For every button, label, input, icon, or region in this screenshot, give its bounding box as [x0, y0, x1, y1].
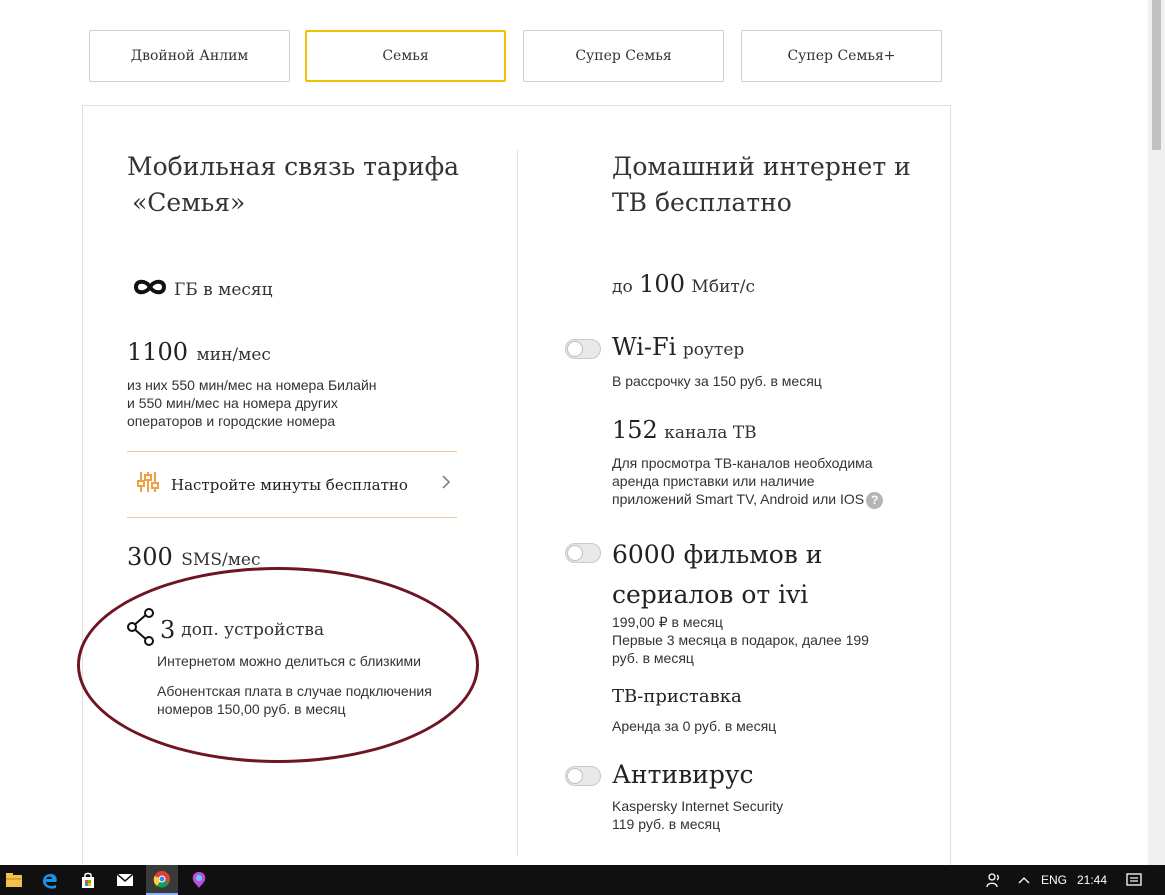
title-line: сериалов от ivi: [612, 580, 809, 609]
tvbox-desc: Аренда за 0 руб. в месяц: [612, 718, 777, 734]
scrollbar-thumb[interactable]: [1152, 0, 1161, 150]
chrome-icon[interactable]: [146, 865, 178, 895]
tab-label: Супер Семья+: [787, 48, 896, 64]
desc-line: операторов и городские номера: [127, 413, 336, 429]
wifi-unit: роутер: [682, 340, 745, 360]
chevron-up-icon[interactable]: [1014, 865, 1034, 895]
wifi-desc: В рассрочку за 150 руб. в месяц: [612, 373, 822, 389]
wifi-row: Wi-Fi роутер: [612, 333, 744, 361]
desc-line: из них 550 мин/мес на номера Билайн: [127, 377, 377, 393]
minutes-row: 1100 мин/мес: [127, 338, 271, 366]
title-line: Мобильная связь тарифа: [127, 152, 460, 181]
title-line: «Семья»: [132, 188, 246, 217]
sms-value: 300: [127, 543, 173, 571]
desc-line: руб. в месяц: [612, 650, 694, 666]
minutes-unit: мин/мес: [196, 345, 271, 365]
speed-prefix: до: [612, 277, 633, 297]
desc-line: Для просмотра ТВ-каналов необходима: [612, 455, 873, 471]
tab-super-family-plus[interactable]: Супер Семья+: [741, 30, 942, 82]
tab-label: Двойной Анлим: [130, 48, 249, 64]
gb-unit: ГБ в месяц: [174, 279, 273, 300]
configure-minutes-link[interactable]: Настройте минуты бесплатно: [127, 452, 457, 517]
speed-unit: Мбит/с: [691, 277, 756, 297]
infinity-icon: [132, 276, 168, 303]
minutes-value: 1100: [127, 338, 189, 366]
tv-unit: канала ТВ: [664, 423, 757, 443]
title-line: Домашний интернет и: [612, 152, 911, 181]
tab-family[interactable]: Семья: [305, 30, 506, 82]
ivi-toggle[interactable]: [565, 543, 601, 563]
notifications-icon[interactable]: [1124, 865, 1144, 895]
tvbox-title: ТВ-приставка: [612, 686, 742, 707]
ivi-price: 199,00 ₽ в месяц: [612, 614, 723, 630]
page-scrollbar[interactable]: [1148, 0, 1165, 865]
sliders-icon: [135, 469, 161, 500]
mail-icon[interactable]: [113, 865, 137, 895]
store-icon[interactable]: [76, 865, 100, 895]
antivirus-title: Антивирус: [612, 760, 754, 789]
antivirus-product: Kaspersky Internet Security: [612, 798, 784, 814]
title-line: 6000 фильмов и: [612, 540, 823, 569]
file-explorer-icon[interactable]: [2, 865, 26, 895]
tv-row: 152 канала ТВ: [612, 416, 757, 444]
tv-desc: Для просмотра ТВ-каналов необходима арен…: [612, 454, 884, 509]
ivi-desc: Первые 3 месяца в подарок, далее 199 руб…: [612, 631, 869, 667]
chevron-right-icon: [441, 474, 451, 495]
help-icon[interactable]: ?: [866, 491, 884, 509]
annotation-ellipse: [77, 567, 479, 763]
clock[interactable]: 21:44: [1074, 865, 1110, 895]
antivirus-price: 119 руб. в месяц: [612, 816, 721, 832]
column-divider: [517, 150, 518, 856]
speed-row: до 100 Мбит/с: [612, 270, 755, 298]
language-indicator[interactable]: ENG: [1038, 865, 1070, 895]
tab-label: Семья: [382, 48, 429, 64]
ivi-title: 6000 фильмов и сериалов от ivi: [612, 535, 822, 615]
wifi-title: Wi-Fi: [612, 333, 677, 361]
sms-row: 300 SMS/мес: [127, 543, 261, 571]
wifi-toggle[interactable]: [565, 339, 601, 359]
home-section-title: Домашний интернет и ТВ бесплатно: [612, 149, 911, 221]
desc-line: и 550 мин/мес на номера других: [127, 395, 338, 411]
tab-double-unlim[interactable]: Двойной Анлим: [89, 30, 290, 82]
tab-super-family[interactable]: Супер Семья: [523, 30, 724, 82]
windows-taskbar: ENG 21:44: [0, 865, 1165, 895]
antivirus-toggle[interactable]: [565, 766, 601, 786]
gb-row: ГБ в месяц: [132, 276, 273, 303]
mobile-section-title: Мобильная связь тарифа «Семья»: [127, 149, 459, 221]
desc-line: Первые 3 месяца в подарок, далее 199: [612, 632, 869, 648]
speed-value: 100: [639, 270, 685, 298]
tab-label: Супер Семья: [575, 48, 672, 64]
people-icon[interactable]: [984, 865, 1004, 895]
tv-value: 152: [612, 416, 658, 444]
desc-line: аренда приставки или наличие: [612, 473, 815, 489]
app-icon[interactable]: [187, 865, 211, 895]
edge-icon[interactable]: [38, 865, 62, 895]
configure-bottom-divider: [127, 517, 457, 518]
title-line: ТВ бесплатно: [612, 188, 792, 217]
desc-line: приложений Smart TV, Android или IOS: [612, 491, 865, 507]
minutes-desc: из них 550 мин/мес на номера Билайн и 55…: [127, 376, 377, 430]
configure-label: Настройте минуты бесплатно: [171, 475, 408, 494]
